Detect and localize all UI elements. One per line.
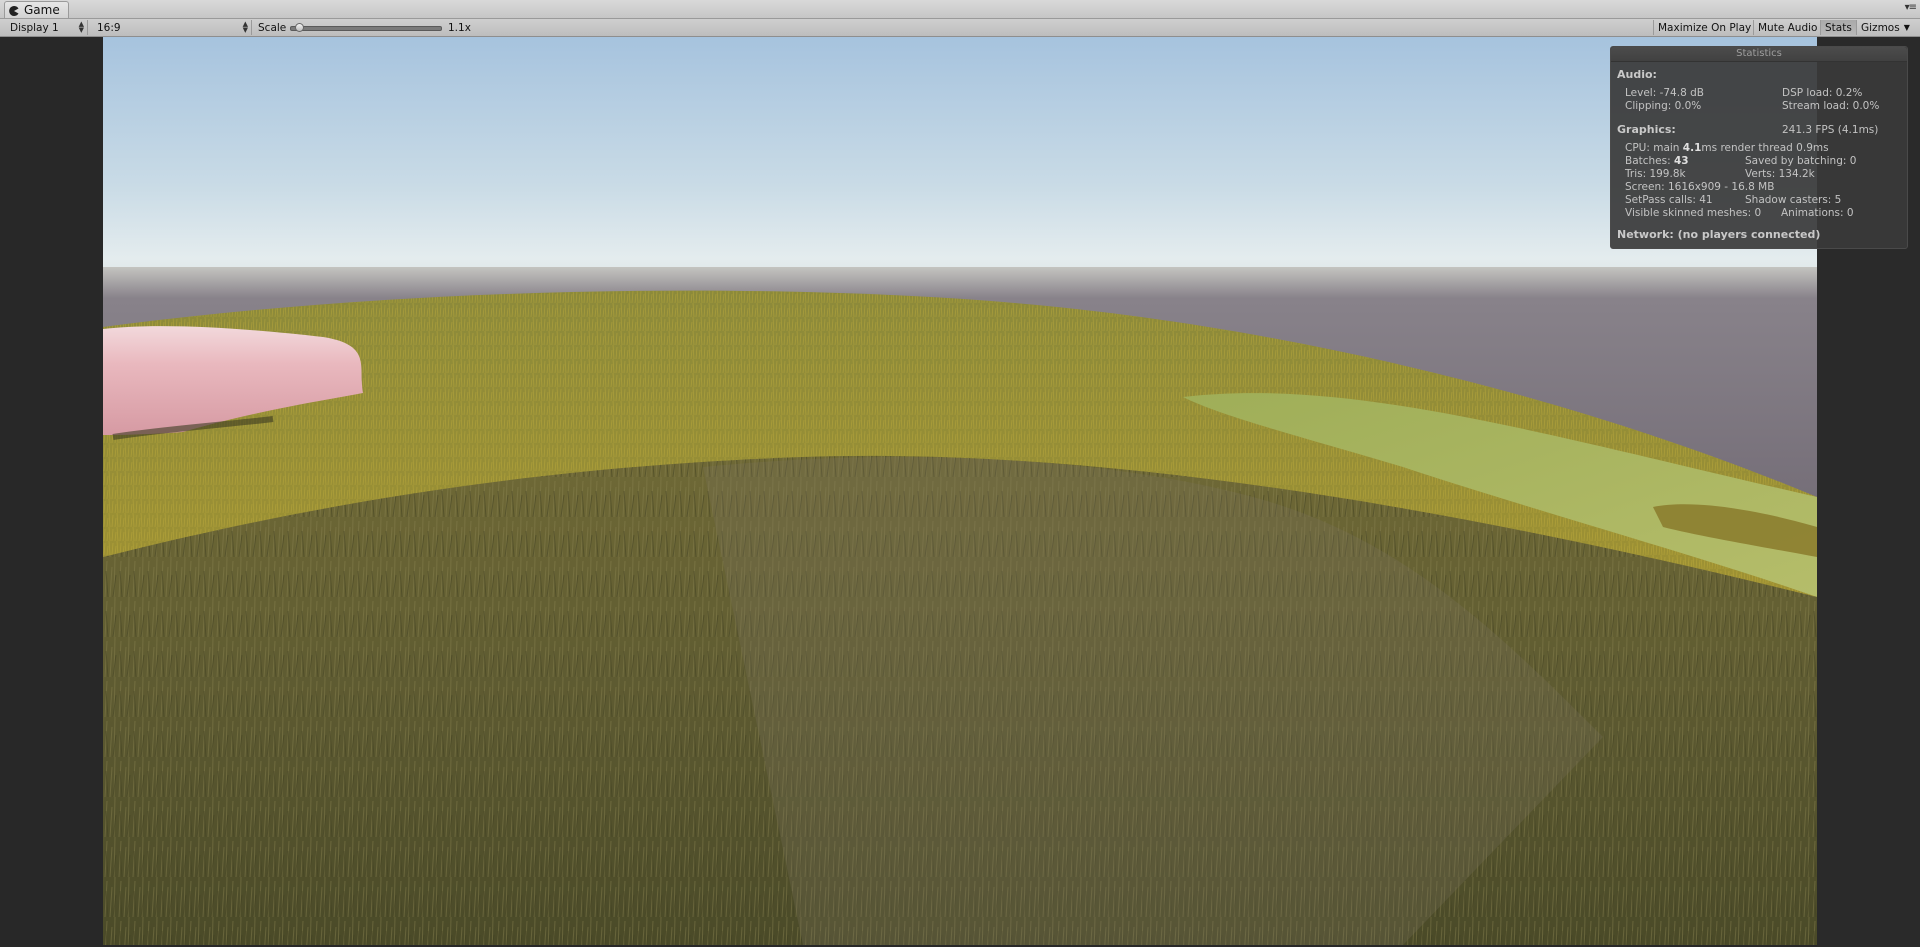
batches-prefix: Batches: (1625, 155, 1674, 167)
setpass-calls: SetPass calls: 41 (1625, 194, 1713, 206)
audio-heading: Audio: (1617, 68, 1657, 81)
tab-title: Game (24, 3, 60, 17)
scale-slider[interactable] (290, 23, 442, 32)
aspect-ratio-value: 16:9 (97, 21, 121, 34)
fps-value: 241.3 FPS (4.1ms) (1782, 124, 1879, 136)
animations: Animations: 0 (1781, 207, 1854, 219)
updown-arrows-icon: ▲ ▼ (78, 20, 84, 34)
aspect-ratio-dropdown[interactable]: 16:9 ▲ ▼ (90, 20, 252, 35)
display-dropdown[interactable]: Display 1 ▲ ▼ (3, 20, 88, 35)
game-viewport[interactable] (103, 37, 1817, 945)
batches-value: 43 (1674, 155, 1689, 167)
cpu-suffix: ms render thread 0.9ms (1701, 142, 1829, 154)
graphics-heading: Graphics: (1617, 123, 1676, 136)
pacman-game-icon (9, 5, 19, 16)
saved-by-batching: Saved by batching: 0 (1745, 155, 1857, 167)
verts: Verts: 134.2k (1745, 168, 1815, 180)
stream-load: Stream load: 0.0% (1782, 100, 1880, 112)
tab-bar: Game ▾≡ (0, 0, 1920, 19)
shadow-casters: Shadow casters: 5 (1745, 194, 1842, 206)
display-dropdown-value: Display 1 (10, 21, 59, 34)
statistics-panel: Statistics Audio: Level: -74.8 dB Clippi… (1610, 46, 1908, 249)
cpu-time: CPU: main 4.1ms render thread 0.9ms (1625, 142, 1829, 154)
maximize-on-play-button[interactable]: Maximize On Play (1653, 20, 1752, 35)
screen-info: Screen: 1616x909 - 16.8 MB (1625, 181, 1775, 193)
audio-level: Level: -74.8 dB (1625, 87, 1704, 99)
dsp-load: DSP load: 0.2% (1782, 87, 1863, 99)
gizmos-button[interactable]: Gizmos ▼ (1856, 20, 1920, 35)
scale-value: 1.1x (448, 22, 471, 34)
tris: Tris: 199.8k (1625, 168, 1686, 180)
stats-button[interactable]: Stats (1820, 20, 1856, 35)
audio-clipping: Clipping: 0.0% (1625, 100, 1702, 112)
scale-slider-thumb[interactable] (295, 23, 305, 32)
cpu-main-value: 4.1 (1682, 142, 1702, 154)
batches: Batches: 43 (1625, 155, 1689, 167)
updown-arrows-icon: ▲ ▼ (242, 20, 248, 34)
sky (103, 37, 1817, 307)
gizmos-label: Gizmos (1861, 21, 1900, 34)
skinned-meshes: Visible skinned meshes: 0 (1625, 207, 1762, 219)
maximize-on-play-label: Maximize On Play (1658, 21, 1752, 34)
mute-audio-label: Mute Audio (1758, 21, 1818, 34)
game-toolbar: Display 1 ▲ ▼ 16:9 ▲ ▼ Scale 1.1x Maximize… (0, 19, 1920, 37)
dropdown-arrow-icon: ▼ (1903, 23, 1910, 32)
stats-label: Stats (1825, 21, 1852, 34)
scale-label: Scale (258, 22, 287, 34)
cpu-prefix: CPU: main (1625, 142, 1683, 154)
statistics-title: Statistics (1611, 47, 1907, 62)
tab-menu-icon[interactable]: ▾≡ (1905, 2, 1917, 13)
game-window: Game ▾≡ Display 1 ▲ ▼ 16:9 ▲ ▼ Scale 1.1x … (0, 0, 1920, 947)
tab-game[interactable]: Game (4, 1, 69, 18)
network-status: Network: (no players connected) (1617, 228, 1821, 241)
game-scene (103, 37, 1817, 945)
